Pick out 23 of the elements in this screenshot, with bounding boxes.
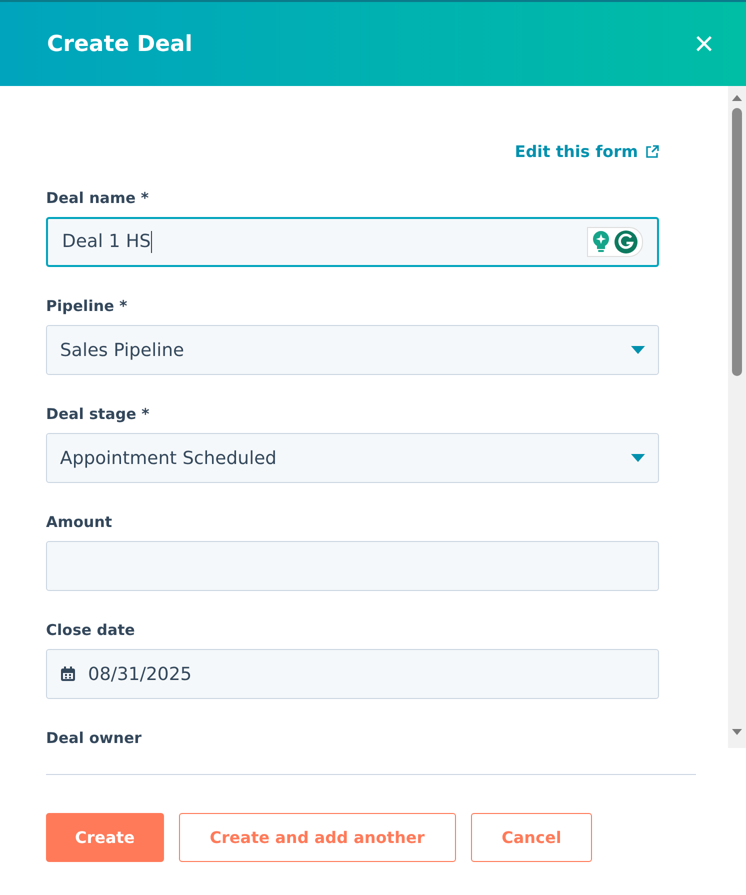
dropdown-caret-icon — [631, 454, 645, 462]
date-field[interactable]: 08/31/2025 — [46, 649, 659, 699]
bulb-icon — [592, 231, 610, 253]
calendar-icon — [60, 666, 76, 682]
action-button[interactable]: Create and add another — [178, 813, 456, 862]
field-label: Close date — [46, 621, 136, 639]
field-label: Amount — [46, 513, 114, 531]
select-field[interactable]: Appointment Scheduled — [46, 433, 659, 483]
external-link-icon — [646, 145, 659, 158]
field-label: Pipeline * — [46, 297, 128, 315]
field-label: Deal owner — [46, 729, 143, 747]
action-button[interactable]: Cancel — [470, 813, 592, 862]
dropdown-caret-icon — [631, 346, 645, 354]
select-field[interactable]: Sales Pipeline — [46, 325, 659, 375]
field-label: Deal name * — [46, 189, 150, 207]
writing-assistant-badge[interactable] — [587, 227, 643, 257]
text-field[interactable]: Deal 1 HS — [46, 217, 659, 267]
edit-form-link[interactable]: Edit this form — [514, 142, 659, 161]
dialog-title: Create Deal — [47, 32, 192, 56]
text-field[interactable] — [46, 541, 659, 591]
field-label: Deal stage * — [46, 405, 150, 423]
create-button[interactable]: Create — [46, 813, 164, 862]
close-button[interactable]: × — [694, 27, 714, 61]
